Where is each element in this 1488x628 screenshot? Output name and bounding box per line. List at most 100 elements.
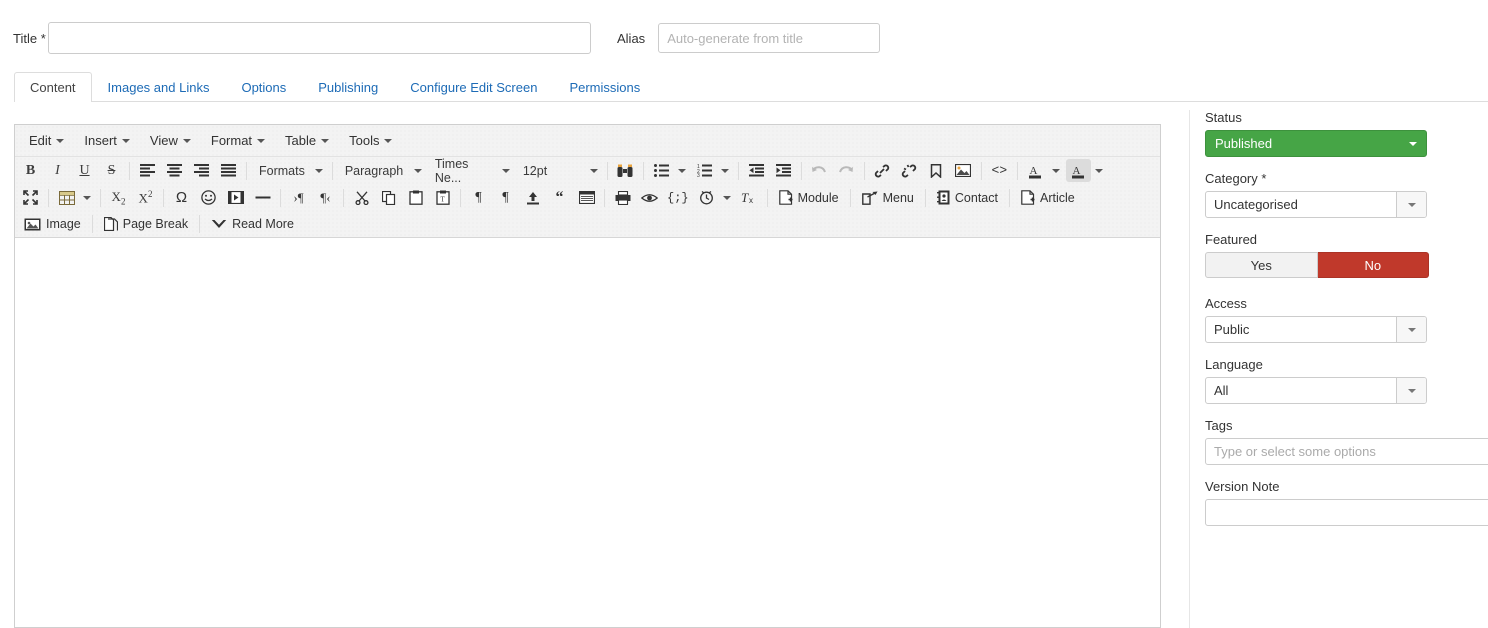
- access-dropdown-button[interactable]: [1396, 317, 1426, 342]
- insert-image-button[interactable]: [951, 159, 976, 182]
- code-sample-button[interactable]: {;}: [664, 186, 692, 209]
- tab-content[interactable]: Content: [14, 72, 92, 102]
- special-character-button[interactable]: Ω: [169, 186, 194, 209]
- page-break-button[interactable]: Page Break: [98, 213, 194, 236]
- language-dropdown-button[interactable]: [1396, 378, 1426, 403]
- cut-button[interactable]: [349, 186, 374, 209]
- redo-button[interactable]: [834, 159, 859, 182]
- numlist-split[interactable]: 123: [692, 159, 733, 182]
- emoticon-button[interactable]: [196, 186, 221, 209]
- template-button[interactable]: [574, 186, 599, 209]
- formats-dropdown[interactable]: Formats: [252, 159, 327, 182]
- paste-as-text-button[interactable]: T: [430, 186, 455, 209]
- unlink-button[interactable]: [897, 159, 922, 182]
- tab-permissions[interactable]: Permissions: [553, 72, 656, 102]
- bullet-list-button[interactable]: [649, 159, 674, 182]
- tab-publishing[interactable]: Publishing: [302, 72, 394, 102]
- paste-button[interactable]: [403, 186, 428, 209]
- backcolor-split[interactable]: A: [1066, 159, 1107, 182]
- menu-tools[interactable]: Tools: [340, 129, 401, 152]
- category-select[interactable]: Uncategorised: [1205, 191, 1427, 218]
- title-input[interactable]: [48, 22, 591, 54]
- forecolor-split[interactable]: A: [1023, 159, 1064, 182]
- read-more-button[interactable]: Read More: [205, 213, 300, 236]
- joomla-image-button[interactable]: Image: [18, 213, 87, 236]
- paragraph-dropdown[interactable]: Paragraph: [338, 159, 426, 182]
- insert-datetime-split[interactable]: [694, 186, 735, 209]
- table-button[interactable]: [54, 186, 79, 209]
- background-color-button[interactable]: A: [1066, 159, 1091, 182]
- language-select[interactable]: All: [1205, 377, 1427, 404]
- background-color-dropdown[interactable]: [1091, 159, 1107, 182]
- status-select[interactable]: Published: [1205, 130, 1427, 157]
- font-size-dropdown[interactable]: 12pt: [516, 159, 602, 182]
- tags-input[interactable]: [1205, 438, 1488, 465]
- font-family-dropdown[interactable]: Times Ne...: [428, 159, 514, 182]
- tinymce-editor: Edit Insert View Format Table: [14, 124, 1161, 628]
- contact-button[interactable]: Contact: [931, 186, 1004, 209]
- outdent-button[interactable]: [744, 159, 769, 182]
- remove-format-button[interactable]: Tx: [737, 186, 762, 209]
- visual-blocks-button[interactable]: ¶: [493, 186, 518, 209]
- search-replace-button[interactable]: [613, 159, 638, 182]
- menu-view[interactable]: View: [141, 129, 200, 152]
- fullscreen-button[interactable]: [18, 186, 43, 209]
- copy-button[interactable]: [376, 186, 401, 209]
- subscript-button[interactable]: X2: [106, 186, 131, 209]
- menu-format[interactable]: Format: [202, 129, 274, 152]
- link-icon: [874, 164, 890, 178]
- source-code-button[interactable]: <>: [987, 159, 1012, 182]
- tab-images-and-links[interactable]: Images and Links: [92, 72, 226, 102]
- indent-button[interactable]: [771, 159, 796, 182]
- horizontal-rule-button[interactable]: [250, 186, 275, 209]
- category-dropdown-button[interactable]: [1396, 192, 1426, 217]
- insert-datetime-button[interactable]: [694, 186, 719, 209]
- table-split[interactable]: [54, 186, 95, 209]
- align-center-button[interactable]: [162, 159, 187, 182]
- blockquote-button[interactable]: “: [547, 186, 572, 209]
- insert-media-button[interactable]: [223, 186, 248, 209]
- ltr-button[interactable]: ›¶: [286, 186, 311, 209]
- visual-chars-button[interactable]: ¶: [466, 186, 491, 209]
- menu-insert[interactable]: Insert: [75, 129, 139, 152]
- align-left-button[interactable]: [135, 159, 160, 182]
- numbered-list-dropdown[interactable]: [717, 159, 733, 182]
- access-select[interactable]: Public: [1205, 316, 1427, 343]
- featured-no-button[interactable]: No: [1318, 252, 1430, 278]
- bold-button[interactable]: B: [18, 159, 43, 182]
- superscript-button[interactable]: X2: [133, 186, 158, 209]
- alias-input[interactable]: [658, 23, 880, 53]
- version-note-input[interactable]: [1205, 499, 1488, 526]
- insert-link-button[interactable]: [870, 159, 895, 182]
- insert-datetime-dropdown[interactable]: [719, 186, 735, 209]
- omega-icon: Ω: [176, 189, 187, 206]
- joomla-image-label: Image: [46, 217, 81, 231]
- tab-options[interactable]: Options: [225, 72, 302, 102]
- text-color-button[interactable]: A: [1023, 159, 1048, 182]
- numbered-list-button[interactable]: 123: [692, 159, 717, 182]
- anchor-button[interactable]: [924, 159, 949, 182]
- table-dropdown[interactable]: [79, 186, 95, 209]
- align-justify-button[interactable]: [216, 159, 241, 182]
- menu-button[interactable]: Menu: [856, 186, 920, 209]
- tab-configure-edit-screen[interactable]: Configure Edit Screen: [394, 72, 553, 102]
- strikethrough-button[interactable]: S: [99, 159, 124, 182]
- rtl-button[interactable]: ¶‹: [313, 186, 338, 209]
- featured-yes-button[interactable]: Yes: [1205, 252, 1318, 278]
- print-button[interactable]: [610, 186, 635, 209]
- article-button[interactable]: Article: [1015, 186, 1081, 209]
- bullet-list-dropdown[interactable]: [674, 159, 690, 182]
- insert-file-button[interactable]: [520, 186, 545, 209]
- align-right-button[interactable]: [189, 159, 214, 182]
- editor-content-area[interactable]: [15, 238, 1160, 622]
- bullist-split[interactable]: [649, 159, 690, 182]
- undo-button[interactable]: [807, 159, 832, 182]
- preview-button[interactable]: [637, 186, 662, 209]
- underline-icon: U: [79, 163, 89, 179]
- underline-button[interactable]: U: [72, 159, 97, 182]
- italic-button[interactable]: I: [45, 159, 70, 182]
- menu-table[interactable]: Table: [276, 129, 338, 152]
- menu-edit[interactable]: Edit: [20, 129, 73, 152]
- text-color-dropdown[interactable]: [1048, 159, 1064, 182]
- module-button[interactable]: Module: [773, 186, 845, 209]
